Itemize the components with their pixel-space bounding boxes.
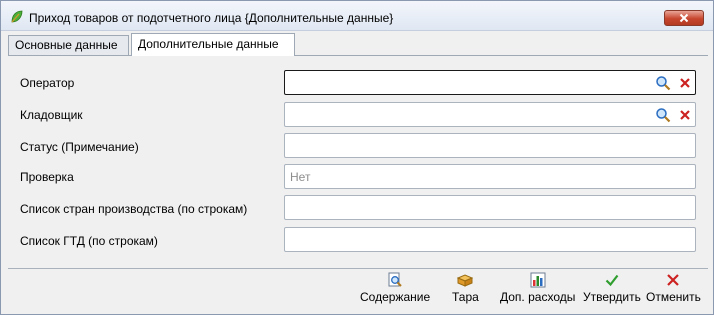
operator-field[interactable] bbox=[284, 70, 696, 95]
extra-costs-label: Доп. расходы bbox=[500, 290, 576, 304]
tara-label: Тара bbox=[452, 290, 479, 304]
toolbar-divider bbox=[8, 268, 708, 269]
window-title: Приход товаров от подотчетного лица {Доп… bbox=[29, 11, 394, 25]
leaf-icon bbox=[11, 10, 23, 23]
cancel-label: Отменить bbox=[646, 290, 701, 304]
approve-label: Утвердить bbox=[583, 290, 641, 304]
clear-icon[interactable] bbox=[677, 75, 693, 91]
operator-label: Оператор bbox=[20, 76, 75, 90]
approve-button[interactable]: Утвердить bbox=[583, 272, 641, 308]
close-button[interactable] bbox=[664, 10, 704, 26]
countries-list-label: Список стран производства (по строкам) bbox=[20, 202, 248, 216]
red-x-icon bbox=[667, 274, 680, 286]
status-label: Статус (Примечание) bbox=[20, 140, 139, 154]
contents-label: Содержание bbox=[360, 290, 431, 304]
check-label: Проверка bbox=[20, 170, 74, 184]
dialog-window: Приход товаров от подотчетного лица {Доп… bbox=[0, 0, 714, 315]
magnifier-icon[interactable] bbox=[655, 75, 671, 91]
extra-costs-button[interactable]: Доп. расходы bbox=[500, 272, 575, 308]
green-check-icon bbox=[605, 274, 619, 287]
check-field[interactable]: Нет bbox=[284, 164, 696, 189]
title-bar[interactable]: Приход товаров от подотчетного лица {Доп… bbox=[1, 1, 713, 31]
tab-label: Дополнительные данные bbox=[138, 37, 279, 51]
check-value: Нет bbox=[290, 170, 311, 184]
chart-icon bbox=[530, 272, 546, 288]
gtd-list-field[interactable] bbox=[284, 227, 696, 252]
clear-icon[interactable] bbox=[677, 107, 693, 123]
status-field[interactable] bbox=[284, 133, 696, 158]
countries-list-field[interactable] bbox=[284, 195, 696, 220]
tara-button[interactable]: Тара bbox=[452, 272, 479, 308]
tab-label: Основные данные bbox=[15, 38, 118, 52]
cancel-button[interactable]: Отменить bbox=[646, 272, 701, 308]
close-icon bbox=[679, 13, 689, 23]
storekeeper-label: Кладовщик bbox=[20, 108, 83, 122]
gtd-list-label: Список ГТД (по строкам) bbox=[20, 234, 158, 248]
tab-panel: Оператор Кладовщик Статус (Примечание) П… bbox=[8, 55, 708, 267]
document-search-icon bbox=[388, 272, 402, 287]
storekeeper-field[interactable] bbox=[284, 102, 696, 127]
tab-main-data[interactable]: Основные данные bbox=[8, 35, 129, 55]
box-icon bbox=[457, 274, 474, 287]
magnifier-icon[interactable] bbox=[655, 107, 671, 123]
tab-additional-data[interactable]: Дополнительные данные bbox=[131, 33, 295, 56]
contents-button[interactable]: Содержание bbox=[360, 272, 430, 308]
